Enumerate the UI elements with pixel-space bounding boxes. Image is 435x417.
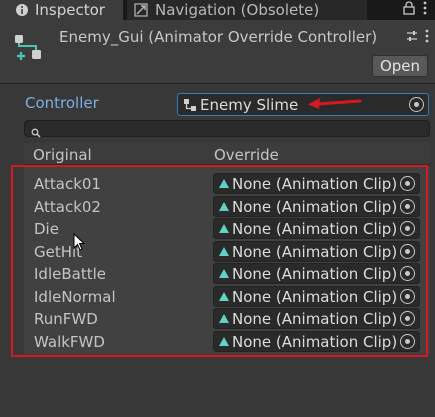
animator-override-icon	[14, 34, 44, 64]
tab-bar: Inspector Navigation (Obsolete)	[0, 0, 435, 20]
page-title: Enemy_Gui (Animator Override Controller)	[59, 28, 378, 46]
mouse-cursor-icon	[73, 233, 85, 251]
info-icon	[14, 2, 30, 18]
search-icon	[31, 123, 41, 138]
clips-table-header: Original Override	[24, 143, 430, 165]
column-override: Override	[214, 146, 279, 164]
tab-inspector[interactable]: Inspector	[0, 0, 123, 20]
settings-sliders-icon[interactable]	[405, 29, 419, 47]
inspector-header: Enemy_Gui (Animator Override Controller)…	[0, 20, 435, 84]
controller-value: Enemy Slime	[200, 95, 299, 114]
lock-icon[interactable]	[403, 1, 415, 19]
kebab-menu-icon[interactable]	[423, 1, 427, 19]
search-input[interactable]	[24, 120, 430, 138]
controller-label: Controller	[25, 94, 99, 112]
navigation-icon	[133, 2, 149, 18]
tab-inspector-label: Inspector	[35, 1, 105, 19]
annotation-highlight-box	[11, 165, 428, 357]
kebab-menu-icon[interactable]	[425, 29, 429, 47]
annotation-arrow	[308, 98, 362, 109]
open-button[interactable]: Open	[372, 55, 428, 77]
object-picker-icon[interactable]	[409, 97, 424, 112]
column-original: Original	[33, 146, 92, 164]
animator-controller-icon	[183, 98, 197, 112]
tab-navigation[interactable]: Navigation (Obsolete)	[127, 0, 367, 20]
tab-navigation-label: Navigation (Obsolete)	[155, 1, 320, 19]
controller-field[interactable]: Enemy Slime	[177, 93, 429, 116]
